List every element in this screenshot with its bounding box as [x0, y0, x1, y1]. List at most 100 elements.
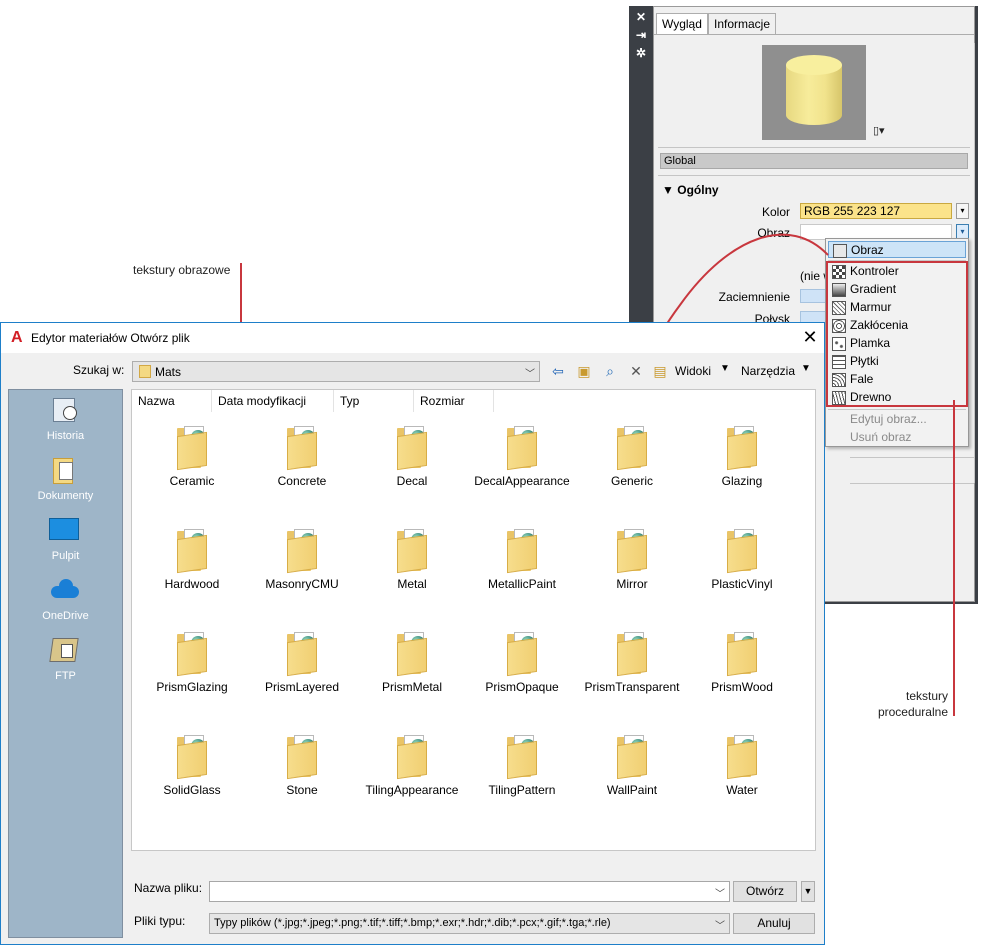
material-folder-icon — [287, 529, 319, 574]
file-item[interactable]: Ceramic — [137, 426, 247, 496]
lookin-label: Szukaj w: — [73, 363, 125, 377]
file-item[interactable]: MasonryCMU — [247, 529, 357, 599]
places-bar: Historia Dokumenty Pulpit OneDrive FTP — [8, 389, 123, 938]
place-label: Historia — [46, 430, 85, 442]
column-header-nazwa[interactable]: Nazwa — [132, 390, 212, 412]
file-item[interactable]: Hardwood — [137, 529, 247, 599]
material-folder-icon — [177, 735, 209, 780]
cancel-button[interactable]: Anuluj — [733, 913, 815, 934]
preview-shape-dropdown-icon[interactable]: ▯▾ — [873, 124, 885, 137]
chevron-down-icon[interactable]: ▼ — [801, 363, 811, 374]
file-item-label: PrismWood — [711, 680, 773, 694]
material-folder-icon — [177, 632, 209, 677]
material-preview[interactable] — [762, 45, 866, 140]
cylinder-preview-shape — [786, 55, 842, 130]
tab-divider — [654, 34, 974, 35]
material-folder-icon — [397, 632, 429, 677]
ftp-icon — [49, 636, 79, 664]
file-item[interactable]: TilingAppearance — [357, 735, 467, 805]
place-label: OneDrive — [42, 610, 89, 622]
kolor-dropdown-button[interactable]: ▾ — [956, 203, 969, 219]
material-folder-icon — [727, 632, 759, 677]
menu-item-label: Obraz — [851, 243, 884, 257]
back-icon[interactable]: ⇦ — [549, 362, 567, 380]
file-list[interactable]: Nazwa Data modyfikacji Typ Rozmiar Ceram… — [131, 389, 816, 851]
place-pulpit[interactable]: Pulpit — [9, 516, 122, 572]
pin-icon[interactable]: ⇥ — [634, 28, 648, 42]
section-title: Ogólny — [677, 183, 719, 197]
filename-input[interactable]: ﹀ — [209, 881, 730, 902]
scroll-edge — [974, 43, 975, 483]
file-item[interactable]: Glazing — [687, 426, 797, 496]
file-item[interactable]: PrismWood — [687, 632, 797, 702]
file-item[interactable]: PrismTransparent — [577, 632, 687, 702]
annotation-procedural-2: proceduralne — [877, 705, 948, 719]
open-dropdown-button[interactable]: ▼ — [801, 881, 815, 902]
divider — [658, 147, 970, 148]
chevron-down-icon: ﹀ — [715, 921, 725, 932]
file-item[interactable]: PrismOpaque — [467, 632, 577, 702]
history-icon — [49, 396, 79, 424]
close-icon[interactable]: ✕ — [800, 327, 820, 347]
file-item[interactable]: PrismMetal — [357, 632, 467, 702]
column-header-rozmiar[interactable]: Rozmiar — [414, 390, 494, 412]
filetype-dropdown[interactable]: Typy plików (*.jpg;*.jpeg;*.png;*.tif;*.… — [209, 913, 730, 934]
tools-menu[interactable]: Narzędzia — [741, 364, 795, 378]
file-item[interactable]: Mirror — [577, 529, 687, 599]
file-item[interactable]: Generic — [577, 426, 687, 496]
place-label: Dokumenty — [37, 490, 94, 502]
file-item[interactable]: Stone — [247, 735, 357, 805]
file-item[interactable]: PrismLayered — [247, 632, 357, 702]
file-item-label: PlasticVinyl — [711, 577, 773, 591]
place-historia[interactable]: Historia — [9, 396, 122, 452]
material-folder-icon — [287, 426, 319, 471]
menu-item-remove-image: Usuń obraz — [850, 430, 912, 444]
file-item[interactable]: PrismGlazing — [137, 632, 247, 702]
open-button[interactable]: Otwórz — [733, 881, 797, 902]
lookin-value: Mats — [155, 365, 182, 379]
material-folder-icon — [507, 735, 539, 780]
chevron-down-icon[interactable]: ▼ — [720, 363, 730, 374]
new-folder-icon[interactable]: ▤ — [651, 362, 669, 380]
search-icon[interactable]: ⌕ — [601, 362, 619, 380]
lookin-dropdown[interactable]: Mats ﹀ — [132, 361, 540, 382]
delete-icon[interactable]: ✕ — [627, 362, 645, 380]
material-folder-icon — [287, 735, 319, 780]
kolor-field[interactable]: RGB 255 223 127 — [800, 203, 952, 219]
file-item[interactable]: MetallicPaint — [467, 529, 577, 599]
column-header-typ[interactable]: Typ — [334, 390, 414, 412]
file-item[interactable]: Concrete — [247, 426, 357, 496]
file-item[interactable]: Water — [687, 735, 797, 805]
material-folder-icon — [617, 735, 649, 780]
views-menu[interactable]: Widoki — [675, 364, 711, 378]
file-item[interactable]: PlasticVinyl — [687, 529, 797, 599]
file-item[interactable]: SolidGlass — [137, 735, 247, 805]
tab-informacje[interactable]: Informacje — [708, 13, 776, 35]
file-item[interactable]: DecalAppearance — [467, 426, 577, 496]
file-item[interactable]: WallPaint — [577, 735, 687, 805]
material-folder-icon — [177, 426, 209, 471]
kolor-label: Kolor — [761, 205, 790, 219]
chevron-down-icon: ﹀ — [525, 369, 535, 380]
tab-wyglad[interactable]: Wygląd — [656, 13, 708, 35]
column-header-data[interactable]: Data modyfikacji — [212, 390, 334, 412]
material-folder-icon — [617, 529, 649, 574]
annotation-line — [953, 400, 955, 716]
dialog-title: Edytor materiałów Otwórz plik — [31, 331, 190, 345]
collapse-triangle-icon: ▼ — [662, 183, 674, 197]
material-name-field[interactable]: Global — [660, 153, 968, 169]
section-ogolny[interactable]: ▼ Ogólny — [662, 183, 719, 197]
chevron-down-icon[interactable]: ﹀ — [715, 885, 725, 900]
open-file-dialog: A Edytor materiałów Otwórz plik ✕ Szukaj… — [0, 322, 825, 945]
place-dokumenty[interactable]: Dokumenty — [9, 456, 122, 512]
place-onedrive[interactable]: OneDrive — [9, 576, 122, 632]
place-ftp[interactable]: FTP — [9, 636, 122, 692]
up-folder-icon[interactable]: ▣ — [575, 362, 593, 380]
file-item[interactable]: Decal — [357, 426, 467, 496]
divider — [850, 483, 974, 484]
close-icon[interactable]: ✕ — [634, 10, 648, 24]
file-item[interactable]: TilingPattern — [467, 735, 577, 805]
file-item[interactable]: Metal — [357, 529, 467, 599]
settings-icon[interactable]: ✲ — [634, 46, 648, 60]
material-folder-icon — [507, 529, 539, 574]
